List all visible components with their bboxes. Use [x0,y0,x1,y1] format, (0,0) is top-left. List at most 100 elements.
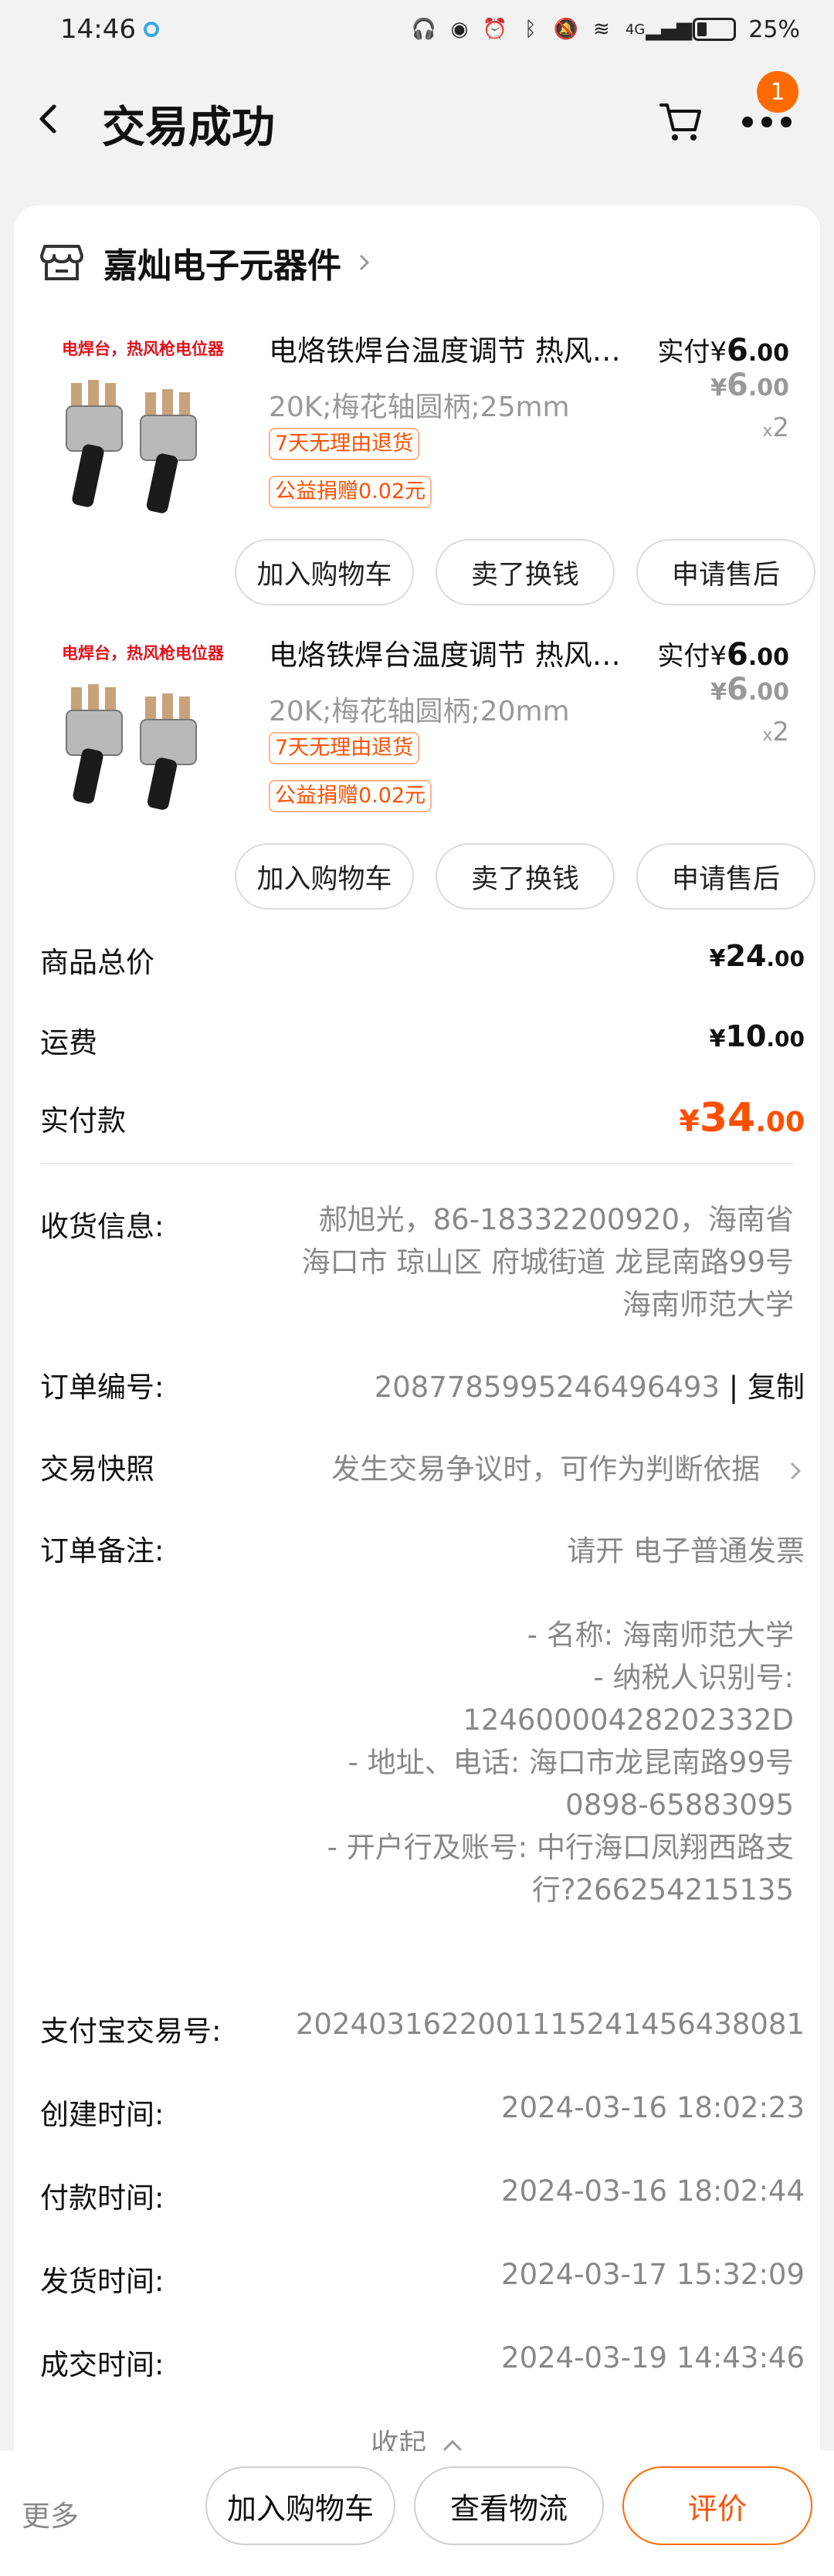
paid-price: 实付¥6.00 [657,330,789,368]
bottom-action-bar: 更多 加入购物车 查看物流 评价 [0,2451,834,2576]
cart-badge: 1 [757,71,798,113]
shipping-value: ¥10.00 [710,1019,805,1061]
remark-label: 订单备注: [40,1534,164,1568]
alipay-row: 支付宝交易号: 2024031622001115241456438081 [40,2008,805,2049]
after-sale-button[interactable]: 申请售后 [636,539,815,605]
snapshot-row[interactable]: 交易快照 发生交易争议时，可作为判断依据 [40,1446,805,1487]
alarm-icon: ⏰ [482,18,508,41]
item-actions: 加入购物车 卖了换钱 申请售后 [235,539,815,605]
add-to-cart-button[interactable]: 加入购物车 [235,843,414,910]
goods-total-row: 商品总价 ¥24.00 [40,939,805,981]
paid-label: 实付 [657,337,710,368]
shop-header[interactable]: 嘉灿电子元器件 [40,238,374,287]
divider [40,1163,794,1164]
address-line: 郝旭光，86-18332200920，海南省 [318,1203,794,1236]
shipped-row: 发货时间: 2024-03-17 15:32:09 [40,2258,805,2300]
return-policy-tag: 7天无理由退货 [269,732,420,764]
copy-button[interactable]: 复制 [748,1371,805,1404]
charity-tag: 公益捐赠0.02元 [269,476,432,508]
remark-line: - 名称: 海南师范大学 [527,1618,794,1652]
paid-int: 6 [727,637,748,673]
chevron-right-icon [359,254,370,271]
product-thumbnail[interactable]: 电焊台，热风枪电位器 [40,321,242,524]
currency: ¥ [679,1104,700,1138]
sync-icon [143,22,159,37]
orig-dec: .00 [748,679,789,706]
resell-button[interactable]: 卖了换钱 [436,843,615,910]
original-price: ¥6.00 [710,672,789,707]
view-logistics-button[interactable]: 查看物流 [414,2466,604,2545]
review-button[interactable]: 评价 [622,2466,812,2545]
thumbnail-caption: 电焊台，热风枪电位器 [62,340,224,358]
shipped-label: 发货时间: [40,2265,164,2298]
thumbnail-caption: 电焊台，热风枪电位器 [62,644,224,663]
address-line: 海口市 琼山区 府城街道 龙昆南路99号 [301,1246,794,1279]
wifi-icon: ≋ [593,18,610,41]
more-link[interactable]: 更多 [22,2493,79,2534]
currency: ¥ [710,679,727,706]
paid-label: 实付 [657,641,710,672]
created-label: 创建时间: [40,2098,164,2131]
shipped-time: 2024-03-17 15:32:09 [501,2258,805,2291]
paid-dec: .00 [748,644,789,671]
battery-icon [693,18,737,41]
paid-int: 6 [727,333,748,368]
add-to-cart-button[interactable]: 加入购物车 [205,2466,395,2545]
remark-title: 请开 电子普通发票 [567,1534,805,1568]
product-name[interactable]: 电烙铁焊台温度调节 热风枪电位器 [269,632,632,673]
alipay-label: 支付宝交易号: [40,2015,222,2048]
quantity: x2 [762,717,789,747]
item-actions: 加入购物车 卖了换钱 申请售后 [235,843,815,910]
page-title: 交易成功 [102,103,275,153]
paid-dec: .00 [748,340,789,367]
paid-total-row: 实付款 ¥34.00 [40,1095,805,1141]
more-icon[interactable] [740,114,794,130]
orig-dec: .00 [748,375,789,402]
quantity: x2 [762,412,789,443]
add-to-cart-button[interactable]: 加入购物车 [235,539,414,605]
paid-total-int: 34 [699,1095,756,1141]
product-thumbnail[interactable]: 电焊台，热风枪电位器 [40,625,242,828]
after-sale-button[interactable]: 申请售后 [636,843,815,910]
paid-total-label: 实付款 [40,1104,126,1137]
product-name[interactable]: 电烙铁焊台温度调节 热风枪电位器 [269,327,632,369]
paid-time: 2024-03-16 18:02:44 [501,2174,805,2208]
order-number-value: 2087785995246496493 | 复制 [374,1371,805,1404]
qty-value: 2 [772,412,789,443]
currency: ¥ [709,1025,726,1052]
order-item: 电焊台，热风枪电位器 电烙铁焊台温度调节 热风枪电位器 20K;梅花轴圆柄;25… [40,321,815,615]
remark-line: 行?266254215135 [531,1873,794,1907]
currency: ¥ [709,945,726,972]
snapshot-value: 发生交易争议时，可作为判断依据 [331,1446,805,1487]
paid-total-dec: .00 [755,1107,805,1138]
product-spec: 20K;梅花轴圆柄;25mm [269,391,570,423]
alipay-number: 2024031622001115241456438081 [295,2008,805,2041]
headphones-icon: 🎧 [411,18,437,41]
return-policy-tag: 7天无理由退货 [269,428,420,460]
address-line: 海南师范大学 [622,1288,794,1321]
qty-prefix: x [762,726,773,745]
done-time: 2024-03-19 14:43:46 [501,2341,805,2374]
mute-icon: 🔕 [553,18,579,41]
shipping-dec: .00 [766,1026,805,1052]
shipping-label: 运费 [40,1026,97,1059]
paid-time-row: 付款时间: 2024-03-16 18:02:44 [40,2174,805,2216]
cart-icon[interactable] [658,97,704,144]
orig-int: 6 [727,368,748,403]
page-header: 交易成功 [0,69,834,170]
resell-button[interactable]: 卖了换钱 [436,539,615,605]
snapshot-hint: 发生交易争议时，可作为判断依据 [331,1452,761,1486]
status-time: 14:46 [60,14,136,45]
goods-total-value: ¥24.00 [710,939,805,981]
currency: ¥ [710,337,727,368]
goods-total-int: 24 [725,939,767,973]
signal-icon: ▂▄▆ [646,18,693,41]
chevron-right-icon [790,1462,802,1480]
remark-line: - 纳税人识别号: [593,1661,794,1694]
snapshot-label: 交易快照 [40,1452,154,1486]
order-number-label: 订单编号: [40,1371,164,1404]
shop-icon [40,245,83,280]
back-icon[interactable] [32,103,63,134]
charity-tag: 公益捐赠0.02元 [269,780,432,812]
qty-value: 2 [772,717,789,747]
